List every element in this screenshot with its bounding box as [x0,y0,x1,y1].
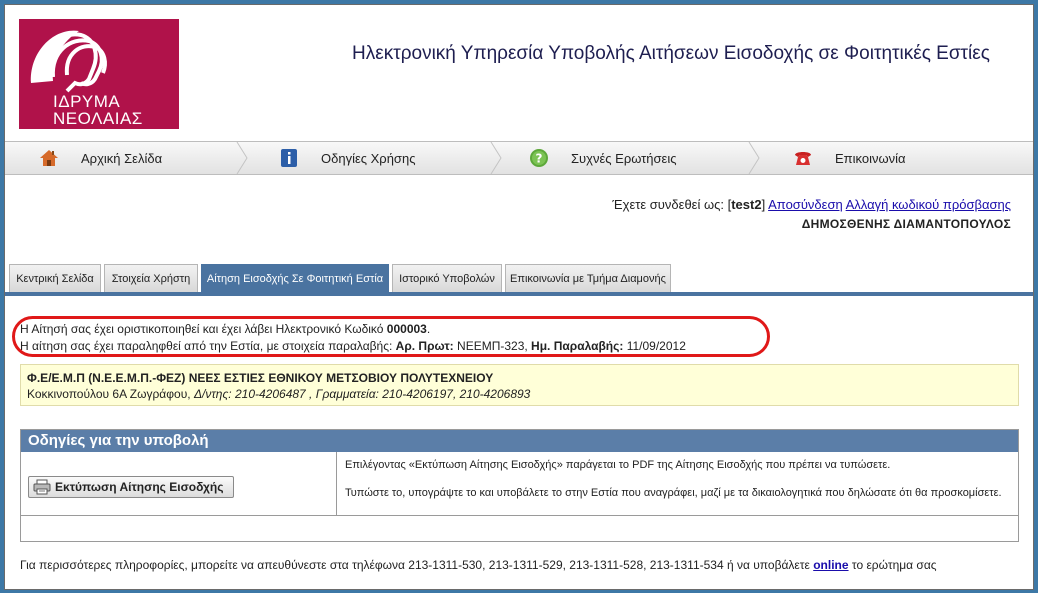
tab-home[interactable]: Κεντρική Σελίδα [9,264,101,292]
info-icon [281,149,297,167]
site-title: Ηλεκτρονική Υπηρεσία Υποβολής Αιτήσεων Ε… [352,43,990,64]
instructions-heading: Οδηγίες για την υποβολή [21,430,1018,452]
nav-item-contact[interactable]: Επικοινωνία [789,142,989,174]
help-icon: ? [530,149,548,167]
logo[interactable]: ΙΔΡΥΜΑ ΝΕΟΛΑΙΑΣ [19,19,179,129]
nav-separator [490,142,502,174]
tab-user-info[interactable]: Στοιχεία Χρήστη [104,264,198,292]
instructions-text-1: Επιλέγοντας «Εκτύπωση Αίτησης Εισοδχής» … [345,459,891,471]
page-frame: ΙΔΡΥΜΑ ΝΕΟΛΑΙΑΣ Ηλεκτρονική Υπηρεσία Υπο… [4,4,1034,590]
tab-underline [5,292,1033,296]
username: test2 [731,197,762,212]
nav-item-faq[interactable]: ? Συχνές Ερωτήσεις [525,142,725,174]
logo-text: ΙΔΡΥΜΑ ΝΕΟΛΑΙΑΣ [53,92,143,128]
phone-icon [795,152,811,165]
logout-link[interactable]: Αποσύνδεση [768,197,843,212]
login-status: Έχετε συνδεθεί ως: [test2] Αποσύνδεση Αλ… [612,197,1011,212]
change-password-link[interactable]: Αλλαγή κωδικού πρόσβασης [846,197,1011,212]
estia-title: Φ.Ε/Ε.Μ.Π (Ν.Ε.Ε.Μ.Π.-ΦΕΖ) ΝΕΕΣ ΕΣΤΙΕΣ Ε… [27,371,494,385]
estia-address: Κοκκινοπούλου 6Α Ζωγράφου, Δ/ντης: 210-4… [27,387,531,401]
estia-info-box: Φ.Ε/Ε.Μ.Π (Ν.Ε.Ε.Μ.Π.-ΦΕΖ) ΝΕΕΣ ΕΣΤΙΕΣ Ε… [20,364,1019,406]
nav-item-instructions[interactable]: Οδηγίες Χρήσης [275,142,475,174]
instructions-text-2: Τυπώστε το, υπογράψτε το και υποβάλετε τ… [345,487,1002,499]
printer-icon [33,479,51,495]
online-link[interactable]: online [813,558,848,572]
instructions-action-cell: Εκτύπωση Αίτησης Εισοδχής [21,452,337,516]
instructions-text-cell: Επιλέγοντας «Εκτύπωση Αίτησης Εισοδχής» … [337,452,1018,516]
footer-info: Για περισσότερες πληροφορίες, μπορείτε ν… [20,558,937,572]
main-nav: Αρχική Σελίδα Οδηγίες Χρήσης ? Συχνές Ερ… [5,141,1033,175]
nav-item-home[interactable]: Αρχική Σελίδα [35,142,225,174]
user-full-name: ΔΗΜΟΣΘΕΝΗΣ ΔΙΑΜΑΝΤΟΠΟΥΛΟΣ [801,217,1011,231]
nav-separator [748,142,760,174]
home-icon [40,150,58,166]
tab-contact-department[interactable]: Επικοινωνία με Τμήμα Διαμονής [505,264,671,292]
svg-text:?: ? [536,152,543,166]
estia-phones: Δ/ντης: 210-4206487 , Γραμματεία: 210-42… [193,387,531,401]
print-application-button[interactable]: Εκτύπωση Αίτησης Εισοδχής [28,476,234,498]
tab-application[interactable]: Αίτηση Εισοδχής Σε Φοιτητική Εστία [201,264,389,292]
tab-history[interactable]: Ιστορικό Υποβολών [392,264,502,292]
nav-separator [236,142,248,174]
instructions-panel: Οδηγίες για την υποβολή Εκτύπωση Αίτησης… [20,429,1019,542]
highlight-oval [12,316,770,357]
